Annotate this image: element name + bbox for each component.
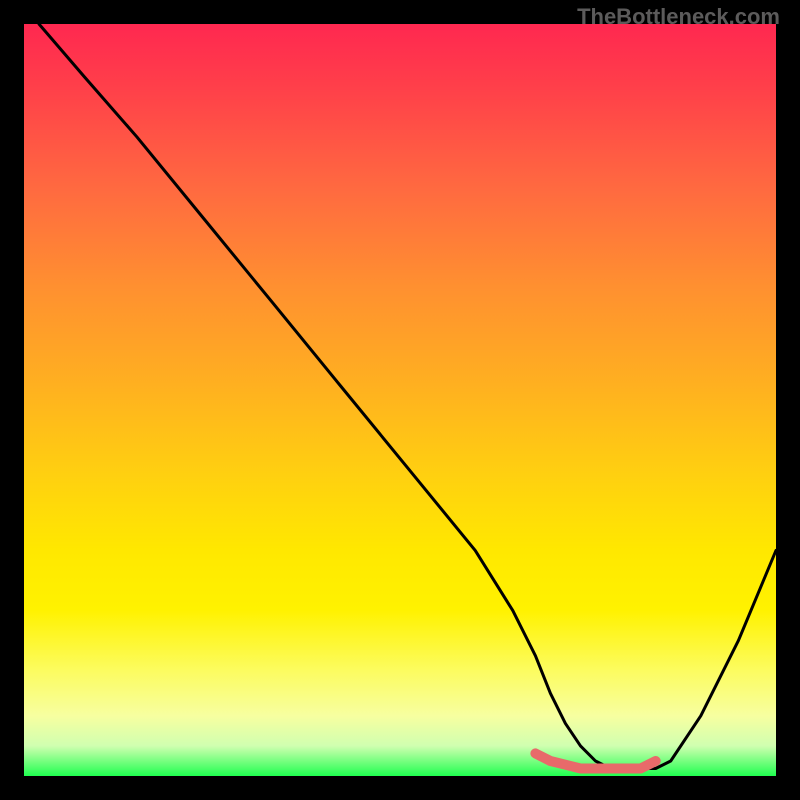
- chart-container: TheBottleneck.com: [0, 0, 800, 800]
- watermark-text: TheBottleneck.com: [577, 4, 780, 30]
- curve-overlay: [24, 24, 776, 776]
- plot-area: [24, 24, 776, 776]
- bottleneck-curve: [39, 24, 776, 769]
